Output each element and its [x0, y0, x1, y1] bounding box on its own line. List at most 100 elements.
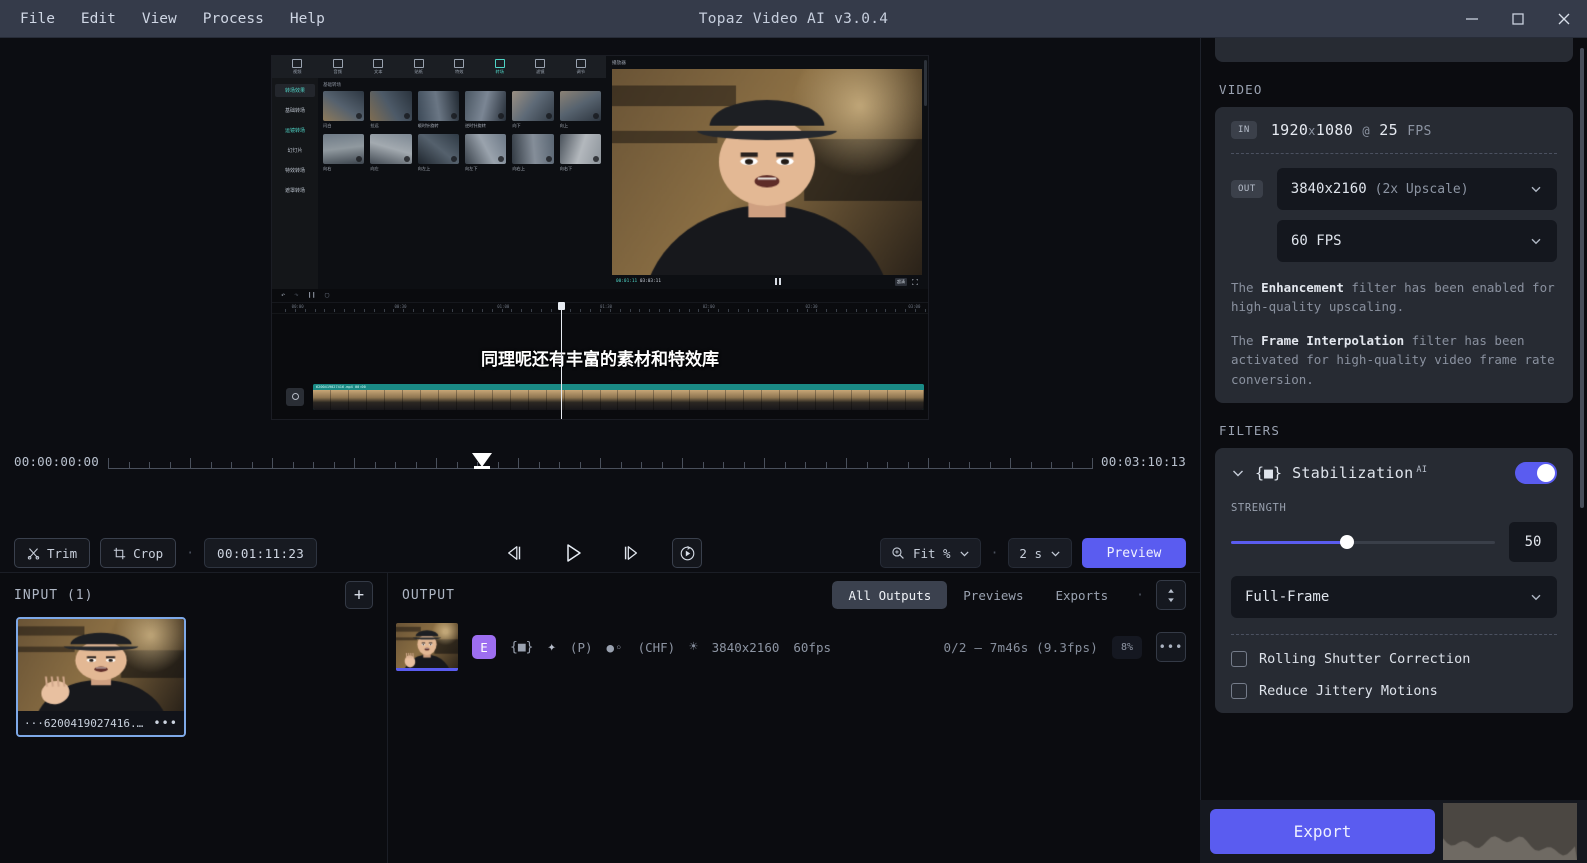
recorded-tab-effects-icon: 特效: [440, 58, 479, 75]
recorded-tab-video-icon: 视频: [278, 58, 317, 75]
rolling-shutter-row[interactable]: Rolling Shutter Correction: [1231, 650, 1557, 667]
output-row[interactable]: E {■} ✦ (P) ●◦ (CHF) ☀ 3840x2160 60fps 0…: [396, 621, 1186, 673]
recorded-ruler-tick: [767, 308, 769, 312]
output-more-button[interactable]: •••: [1156, 632, 1186, 662]
input-tag: IN: [1231, 121, 1257, 139]
trim-button[interactable]: Trim: [14, 538, 91, 568]
tab-all-outputs[interactable]: All Outputs: [832, 581, 948, 609]
sort-button[interactable]: [1156, 580, 1186, 610]
chevron-down-icon[interactable]: [1231, 466, 1245, 480]
scrub-playhead-handle[interactable]: [471, 453, 492, 470]
recorded-ruler-tick: [708, 308, 710, 312]
reduce-jitter-label: Reduce Jittery Motions: [1259, 682, 1438, 699]
zoom-select[interactable]: Fit %: [879, 538, 981, 568]
recorded-ruler-tick: [393, 308, 395, 312]
recorded-player-title: 播放器: [612, 60, 626, 66]
stabilization-toggle[interactable]: [1515, 461, 1557, 484]
recorded-filmstrip-frame: [330, 389, 349, 410]
recorded-tab-text-icon: 文本: [359, 58, 398, 75]
recorded-ruler-tick: [314, 308, 316, 312]
recorded-pause-icon: [774, 278, 781, 285]
menu-item-view[interactable]: View: [130, 5, 189, 33]
menu-item-process[interactable]: Process: [191, 5, 276, 33]
reduce-jitter-row[interactable]: Reduce Jittery Motions: [1231, 682, 1557, 699]
settings-scrollbar[interactable]: [1580, 48, 1584, 508]
recorded-transition-item: 向上: [559, 90, 601, 129]
recorded-filmstrip-frame: [528, 389, 547, 410]
recorded-transition-label: 逆时针旋转: [464, 122, 486, 128]
rolling-shutter-checkbox[interactable]: [1231, 650, 1247, 667]
recorded-transition-item: 向右上: [512, 133, 554, 172]
input-thumbnail: [18, 619, 184, 711]
recorded-ruler-tick: [531, 308, 533, 312]
recorded-ruler-tick: [481, 308, 483, 312]
scrub-track[interactable]: [108, 468, 1092, 469]
strength-slider[interactable]: [1231, 534, 1495, 550]
recorded-ruler-tick: [452, 308, 454, 312]
tab-previews[interactable]: Previews: [947, 581, 1039, 609]
maximize-icon[interactable]: [1495, 0, 1541, 38]
reduce-jitter-checkbox[interactable]: [1231, 682, 1247, 699]
input-file-menu-icon[interactable]: •••: [153, 716, 178, 730]
minimize-icon[interactable]: [1449, 0, 1495, 38]
recorded-transition-item: 顺时针旋转: [417, 90, 459, 129]
recorded-ruler-tick: [747, 308, 749, 312]
output-resolution-value: 3840x2160: [1290, 181, 1367, 197]
delete-icon: ▢: [324, 291, 330, 299]
duration-select[interactable]: 2 s: [1008, 538, 1072, 568]
window-controls: [1449, 0, 1587, 38]
preview-button[interactable]: Preview: [1082, 538, 1186, 568]
recorded-scrollbar[interactable]: [924, 59, 927, 106]
recorded-filmstrip-frame: [816, 389, 835, 410]
duration-value: 2 s: [1019, 545, 1042, 561]
stabilization-icon: {■}: [1255, 463, 1283, 482]
rolling-shutter-label: Rolling Shutter Correction: [1259, 650, 1471, 667]
recorded-ruler-tick: [737, 308, 739, 312]
recorded-filmstrip-frame: [456, 389, 475, 410]
play-icon[interactable]: [556, 538, 590, 568]
chevron-down-icon: [1531, 594, 1541, 601]
output-progress-badge: 8%: [1111, 635, 1142, 659]
crop-button[interactable]: Crop: [100, 538, 177, 568]
output-resolution-select[interactable]: 3840x2160 (2x Upscale): [1276, 168, 1557, 210]
export-button[interactable]: Export: [1210, 809, 1435, 854]
output-tag: OUT: [1231, 180, 1263, 198]
output-fps: 60fps: [793, 639, 832, 655]
scrub-tick: [1092, 458, 1093, 469]
menu-item-file[interactable]: File: [8, 5, 67, 33]
recorded-tab-sticker-icon: 贴纸: [400, 58, 439, 75]
recorded-sidebar-item: 运镜转场: [284, 127, 305, 134]
recorded-transition-item: 向下: [512, 90, 554, 129]
add-input-button[interactable]: +: [345, 581, 373, 609]
recorded-filmstrip-frame: [744, 389, 763, 410]
menu-item-help[interactable]: Help: [278, 5, 337, 33]
recorded-ruler-tick: [796, 308, 798, 312]
recorded-ruler-tick: [570, 308, 572, 312]
crop-icon: [113, 547, 126, 559]
motion-icon: ●◦: [606, 639, 624, 655]
recorded-subtitle-overlay: 同理呢还有丰富的素材和特效库: [481, 349, 719, 370]
timecode-field[interactable]: 00:01:11:23: [204, 538, 318, 568]
output-upscale-label: (2x Upscale): [1374, 181, 1469, 197]
step-forward-icon[interactable]: [614, 538, 648, 568]
recorded-ruler-tick: [718, 308, 720, 312]
close-icon[interactable]: [1541, 0, 1587, 38]
mini-preview-thumbnail: [1443, 803, 1577, 860]
stabilization-filter-card: {■} Stabilization AI STRENGTH 50 Full-Fra…: [1215, 447, 1573, 713]
input-file-card[interactable]: ···6200419027416. mp4 •••: [16, 617, 186, 737]
recorded-filmstrip-frame: [618, 389, 637, 410]
tab-exports[interactable]: Exports: [1039, 581, 1124, 609]
recorded-ruler-tick: [786, 308, 788, 312]
recorded-ruler-tick: [649, 308, 651, 312]
recorded-transition-item: 向右下: [559, 133, 601, 172]
recorded-filmstrip-frame: [510, 389, 529, 410]
output-fps-select[interactable]: 60 FPS: [1277, 220, 1557, 262]
menu-bar: File Edit View Process Help: [0, 5, 337, 33]
input-file-name: ···6200419027416. mp4: [24, 716, 150, 730]
recorded-ruler-tick: [354, 308, 355, 312]
menu-item-edit[interactable]: Edit: [69, 5, 128, 33]
stabilization-mode-select[interactable]: Full-Frame: [1231, 575, 1557, 618]
strength-value[interactable]: 50: [1509, 521, 1557, 562]
loop-icon[interactable]: [672, 538, 702, 568]
step-back-icon[interactable]: [498, 538, 532, 568]
